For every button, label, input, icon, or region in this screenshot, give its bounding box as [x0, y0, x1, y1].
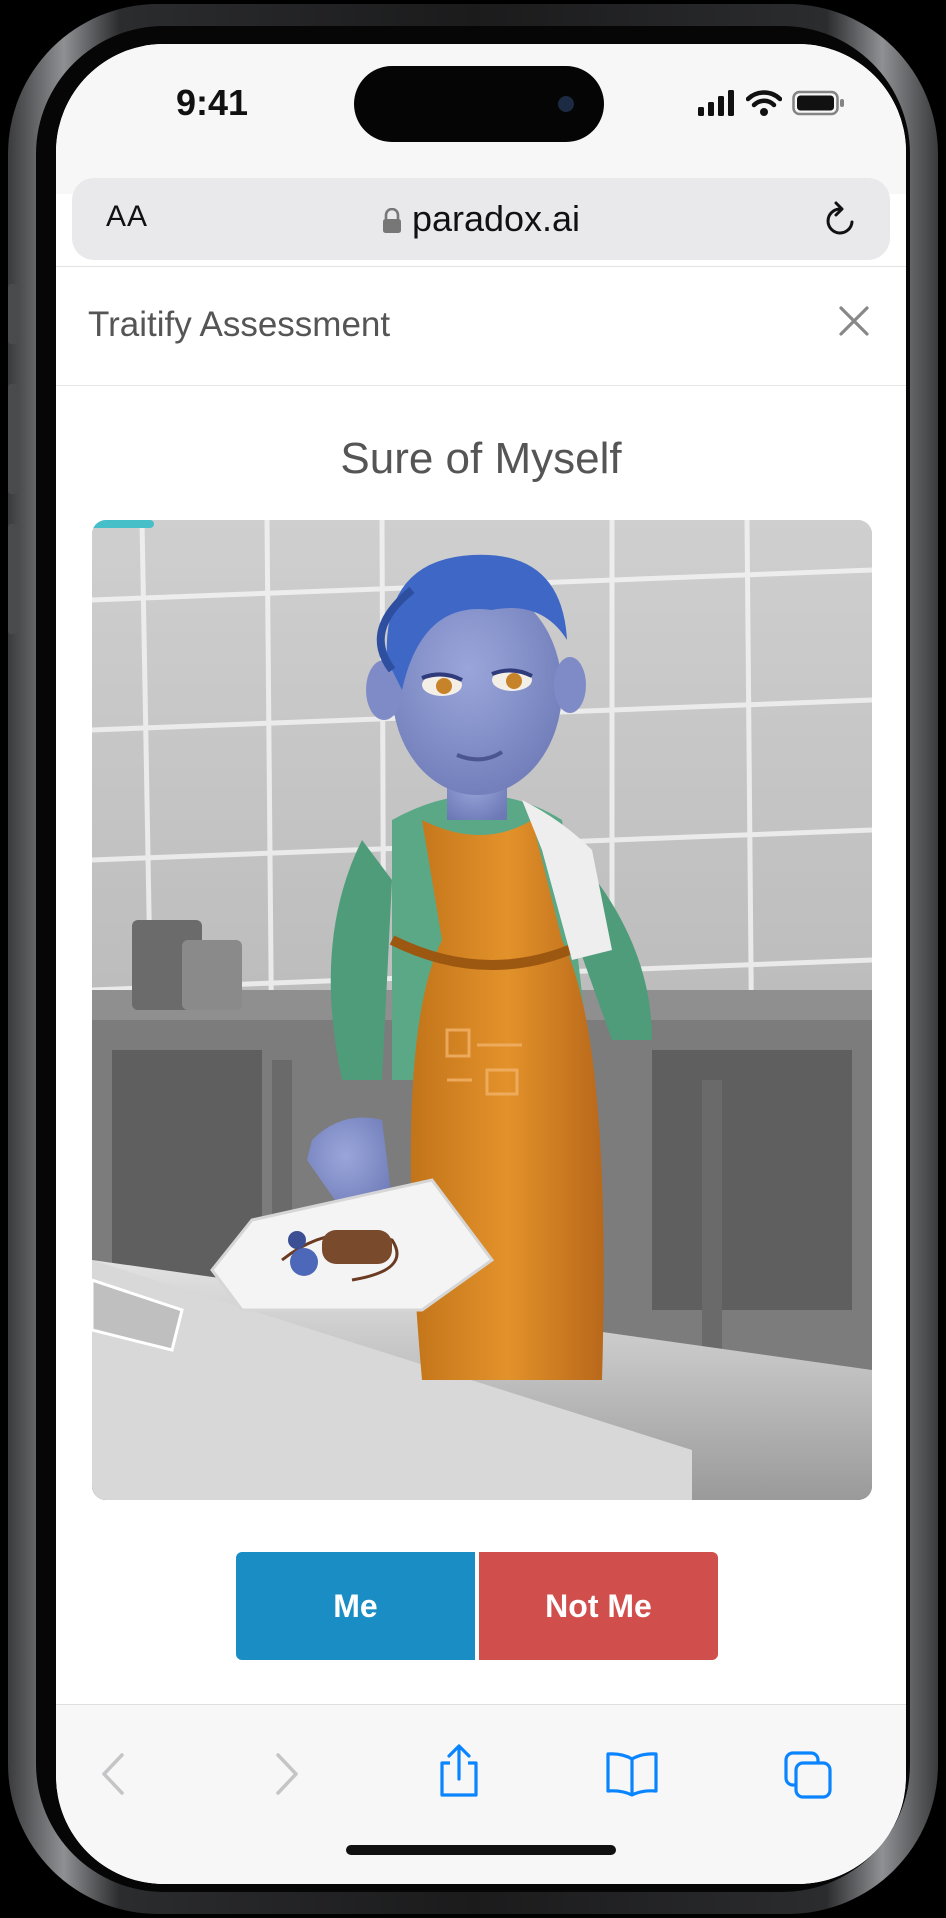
kitchen-scene-illustration [92, 520, 872, 1500]
tabs-icon[interactable] [782, 1749, 834, 1801]
not-me-button[interactable]: Not Me [479, 1552, 718, 1660]
home-indicator[interactable] [346, 1845, 616, 1855]
me-button[interactable]: Me [236, 1552, 475, 1660]
response-buttons: Me Not Me [236, 1552, 718, 1660]
address-bar[interactable]: AA paradox.ai [72, 178, 890, 260]
url-display[interactable]: paradox.ai [72, 198, 890, 240]
action-button [8, 284, 18, 344]
status-icons [698, 88, 846, 116]
back-icon[interactable] [94, 1749, 134, 1799]
assessment-image [92, 520, 872, 1500]
bookmarks-icon[interactable] [604, 1749, 660, 1799]
screen: 9:41 AA paradox.ai Traitify Assessment S… [56, 44, 906, 1884]
battery-icon [792, 90, 844, 116]
volume-up-button [8, 384, 18, 494]
dynamic-island [354, 66, 604, 142]
page-header: Traitify Assessment [56, 266, 906, 386]
volume-down-button [8, 524, 18, 634]
assessment-prompt: Sure of Myself [340, 434, 622, 483]
lock-icon [382, 208, 401, 234]
progress-bar [92, 520, 155, 528]
forward-icon[interactable] [266, 1749, 306, 1799]
wifi-icon [746, 90, 782, 116]
reload-icon[interactable] [820, 196, 862, 240]
camera [558, 96, 574, 112]
page-title: Traitify Assessment [88, 305, 391, 344]
browser-toolbar [56, 1704, 906, 1884]
url-text: paradox.ai [411, 198, 581, 239]
share-icon[interactable] [436, 1743, 482, 1799]
status-time: 9:41 [176, 82, 249, 123]
close-icon[interactable] [836, 303, 872, 339]
signal-icon [698, 90, 734, 116]
status-bar: 9:41 [56, 44, 906, 194]
